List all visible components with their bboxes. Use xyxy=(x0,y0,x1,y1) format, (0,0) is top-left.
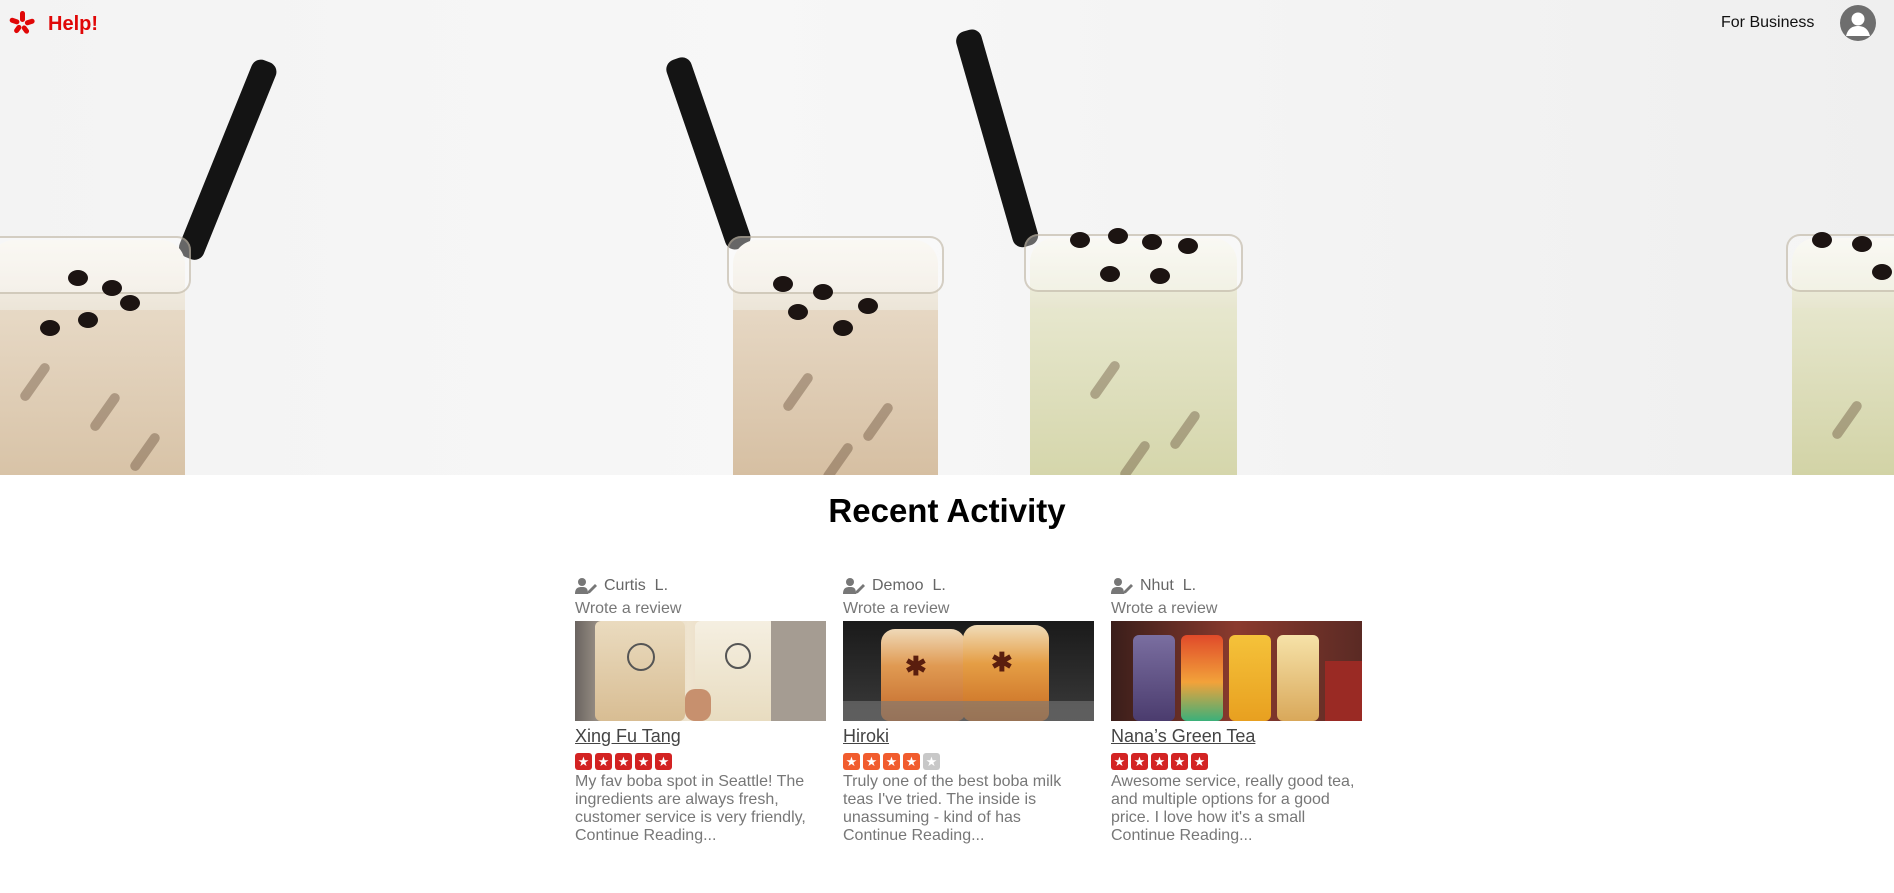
star-icon: ★ xyxy=(863,753,880,770)
continue-reading-link[interactable]: Continue Reading... xyxy=(575,827,826,845)
straw xyxy=(663,54,754,253)
activity-card: Demoo L. Wrote a review ✱ ✱ Hiroki ★ ★ ★ ★ ★… xyxy=(843,576,1094,845)
home-logo-link[interactable]: Help! xyxy=(8,6,98,42)
card-user-name: Nhut L. xyxy=(1140,577,1197,594)
star-rating: ★ ★ ★ ★ ★ xyxy=(575,753,826,770)
user-review-icon xyxy=(1111,578,1133,594)
business-name-link[interactable]: Nana’s Green Tea xyxy=(1111,725,1362,747)
burst-logo-icon xyxy=(9,11,35,34)
business-photo[interactable] xyxy=(575,621,826,721)
review-snippet: My fav boba spot in Seattle! The ingredi… xyxy=(575,773,826,845)
straw xyxy=(953,27,1041,250)
star-icon: ★ xyxy=(595,753,612,770)
review-snippet: Truly one of the best boba milk teas I'v… xyxy=(843,773,1094,845)
business-name-link[interactable]: Xing Fu Tang xyxy=(575,725,826,747)
for-business-link[interactable]: For Business xyxy=(1721,14,1814,32)
boba-jar xyxy=(0,236,191,475)
star-icon: ★ xyxy=(615,753,632,770)
star-rating: ★ ★ ★ ★ ★ xyxy=(843,753,1094,770)
boba-jar xyxy=(727,236,944,475)
review-snippet: Awesome service, really good tea, and mu… xyxy=(1111,773,1362,845)
star-rating: ★ ★ ★ ★ ★ xyxy=(1111,753,1362,770)
review-text: My fav boba spot in Seattle! The ingredi… xyxy=(575,773,806,826)
card-user[interactable]: Demoo L. xyxy=(843,576,1094,596)
boba-jar xyxy=(1786,232,1894,475)
review-text: Awesome service, really good tea, and mu… xyxy=(1111,773,1355,826)
star-icon: ★ xyxy=(655,753,672,770)
user-avatar-icon[interactable] xyxy=(1840,5,1876,41)
logo-text: Help! xyxy=(48,12,98,35)
business-name-link[interactable]: Hiroki xyxy=(843,725,1094,747)
star-icon: ★ xyxy=(923,753,940,770)
continue-reading-link[interactable]: Continue Reading... xyxy=(843,827,1094,845)
continue-reading-link[interactable]: Continue Reading... xyxy=(1111,827,1362,845)
card-action: Wrote a review xyxy=(575,600,682,617)
user-review-icon xyxy=(575,578,597,594)
star-icon: ★ xyxy=(575,753,592,770)
user-review-icon xyxy=(843,578,865,594)
activity-card: Nhut L. Wrote a review Nana’s Green Tea … xyxy=(1111,576,1362,845)
review-text: Truly one of the best boba milk teas I'v… xyxy=(843,773,1062,826)
star-icon: ★ xyxy=(903,753,920,770)
star-icon: ★ xyxy=(1171,753,1188,770)
star-icon: ★ xyxy=(1151,753,1168,770)
business-photo[interactable] xyxy=(1111,621,1362,721)
card-user[interactable]: Curtis L. xyxy=(575,576,826,596)
star-icon: ★ xyxy=(1111,753,1128,770)
star-icon: ★ xyxy=(843,753,860,770)
card-user[interactable]: Nhut L. xyxy=(1111,576,1362,596)
hero-banner xyxy=(0,0,1894,475)
business-photo[interactable]: ✱ ✱ xyxy=(843,621,1094,721)
activity-card: Curtis L. Wrote a review Xing Fu Tang ★ ★… xyxy=(575,576,826,845)
boba-jar xyxy=(1024,228,1243,475)
section-title: Recent Activity xyxy=(828,492,1066,529)
star-icon: ★ xyxy=(635,753,652,770)
card-action: Wrote a review xyxy=(843,600,950,617)
card-user-name: Curtis L. xyxy=(604,577,669,594)
star-icon: ★ xyxy=(883,753,900,770)
card-user-name: Demoo L. xyxy=(872,577,946,594)
star-icon: ★ xyxy=(1131,753,1148,770)
straw xyxy=(175,56,280,263)
card-action: Wrote a review xyxy=(1111,600,1218,617)
star-icon: ★ xyxy=(1191,753,1208,770)
